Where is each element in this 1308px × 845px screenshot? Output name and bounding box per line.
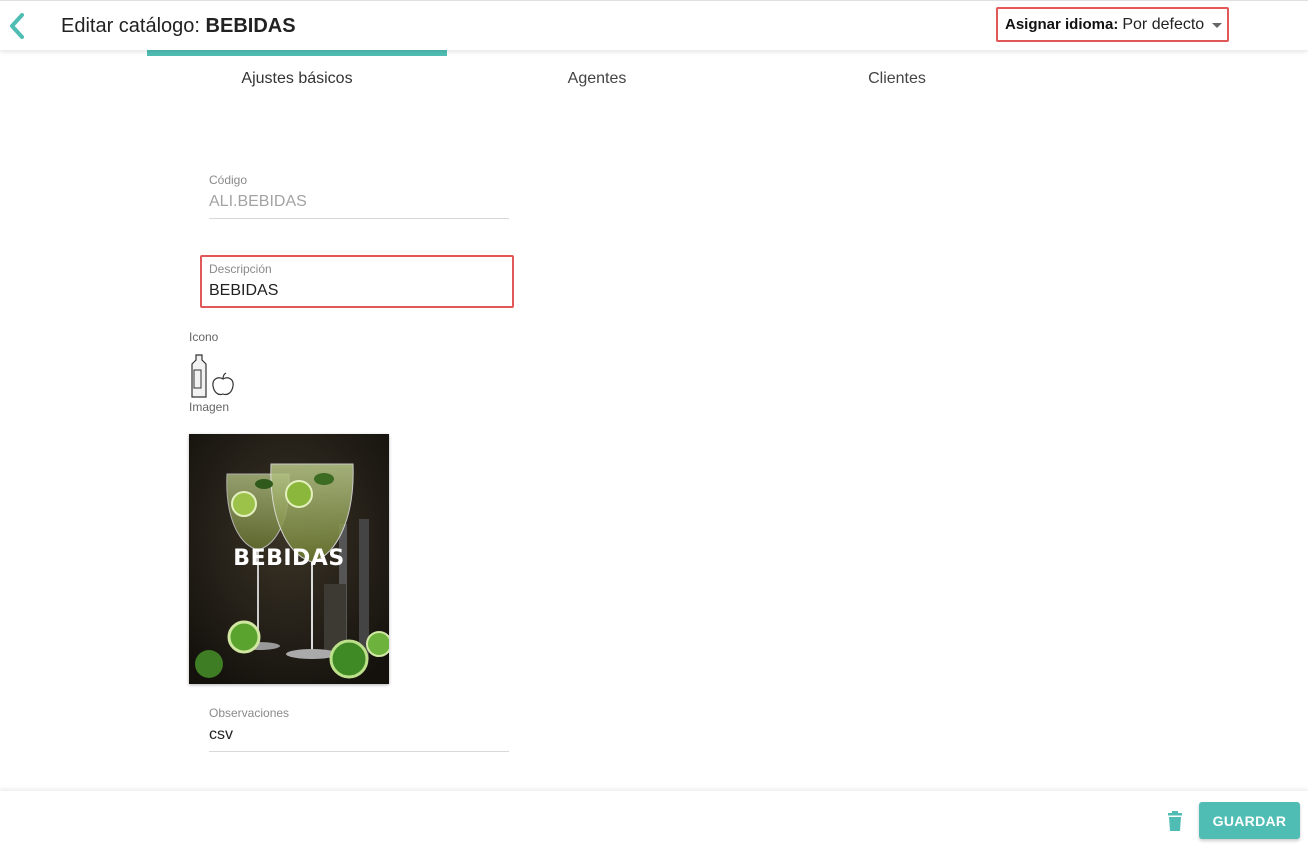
descripcion-field[interactable]: Descripción BEBIDAS	[209, 262, 509, 307]
imagen-label: Imagen	[189, 400, 230, 414]
chevron-left-icon	[10, 13, 24, 39]
bottom-action-bar: GUARDAR	[0, 791, 1308, 845]
save-button[interactable]: GUARDAR	[1199, 802, 1300, 839]
tab-agentes[interactable]: Agentes	[447, 70, 747, 88]
tab-ajustes-basicos[interactable]: Ajustes básicos	[147, 70, 447, 88]
active-tab-indicator	[147, 50, 447, 56]
delete-button[interactable]	[1166, 811, 1184, 831]
observaciones-input[interactable]: csv	[209, 726, 509, 752]
top-bar: Editar catálogo: BEBIDAS Asignar idioma:…	[0, 0, 1308, 50]
codigo-label: Código	[209, 173, 248, 187]
page-title: Editar catálogo: BEBIDAS	[61, 15, 296, 38]
language-label: Asignar idioma:	[1005, 16, 1119, 33]
descripcion-label: Descripción	[209, 262, 272, 276]
language-value: Por defecto	[1122, 15, 1205, 33]
icono-label: Icono	[189, 330, 219, 344]
observaciones-field[interactable]: Observaciones csv	[209, 706, 509, 752]
page-title-prefix: Editar catálogo:	[61, 15, 200, 37]
catalog-image[interactable]: BEBIDAS	[189, 434, 389, 684]
caret-down-icon	[1212, 23, 1223, 28]
codigo-value[interactable]: ALI.BEBIDAS	[209, 193, 509, 219]
observaciones-label: Observaciones	[209, 706, 290, 720]
bottle-apple-icon[interactable]	[189, 353, 237, 399]
codigo-field[interactable]: Código ALI.BEBIDAS	[209, 173, 509, 219]
language-selector[interactable]: Asignar idioma: Por defecto	[996, 7, 1229, 42]
page-title-name: BEBIDAS	[205, 15, 296, 37]
tab-clientes[interactable]: Clientes	[747, 70, 1047, 88]
back-button[interactable]	[4, 10, 30, 42]
image-overlay-text: BEBIDAS	[233, 546, 345, 571]
trash-icon	[1168, 811, 1182, 831]
descripcion-input[interactable]: BEBIDAS	[209, 282, 509, 307]
